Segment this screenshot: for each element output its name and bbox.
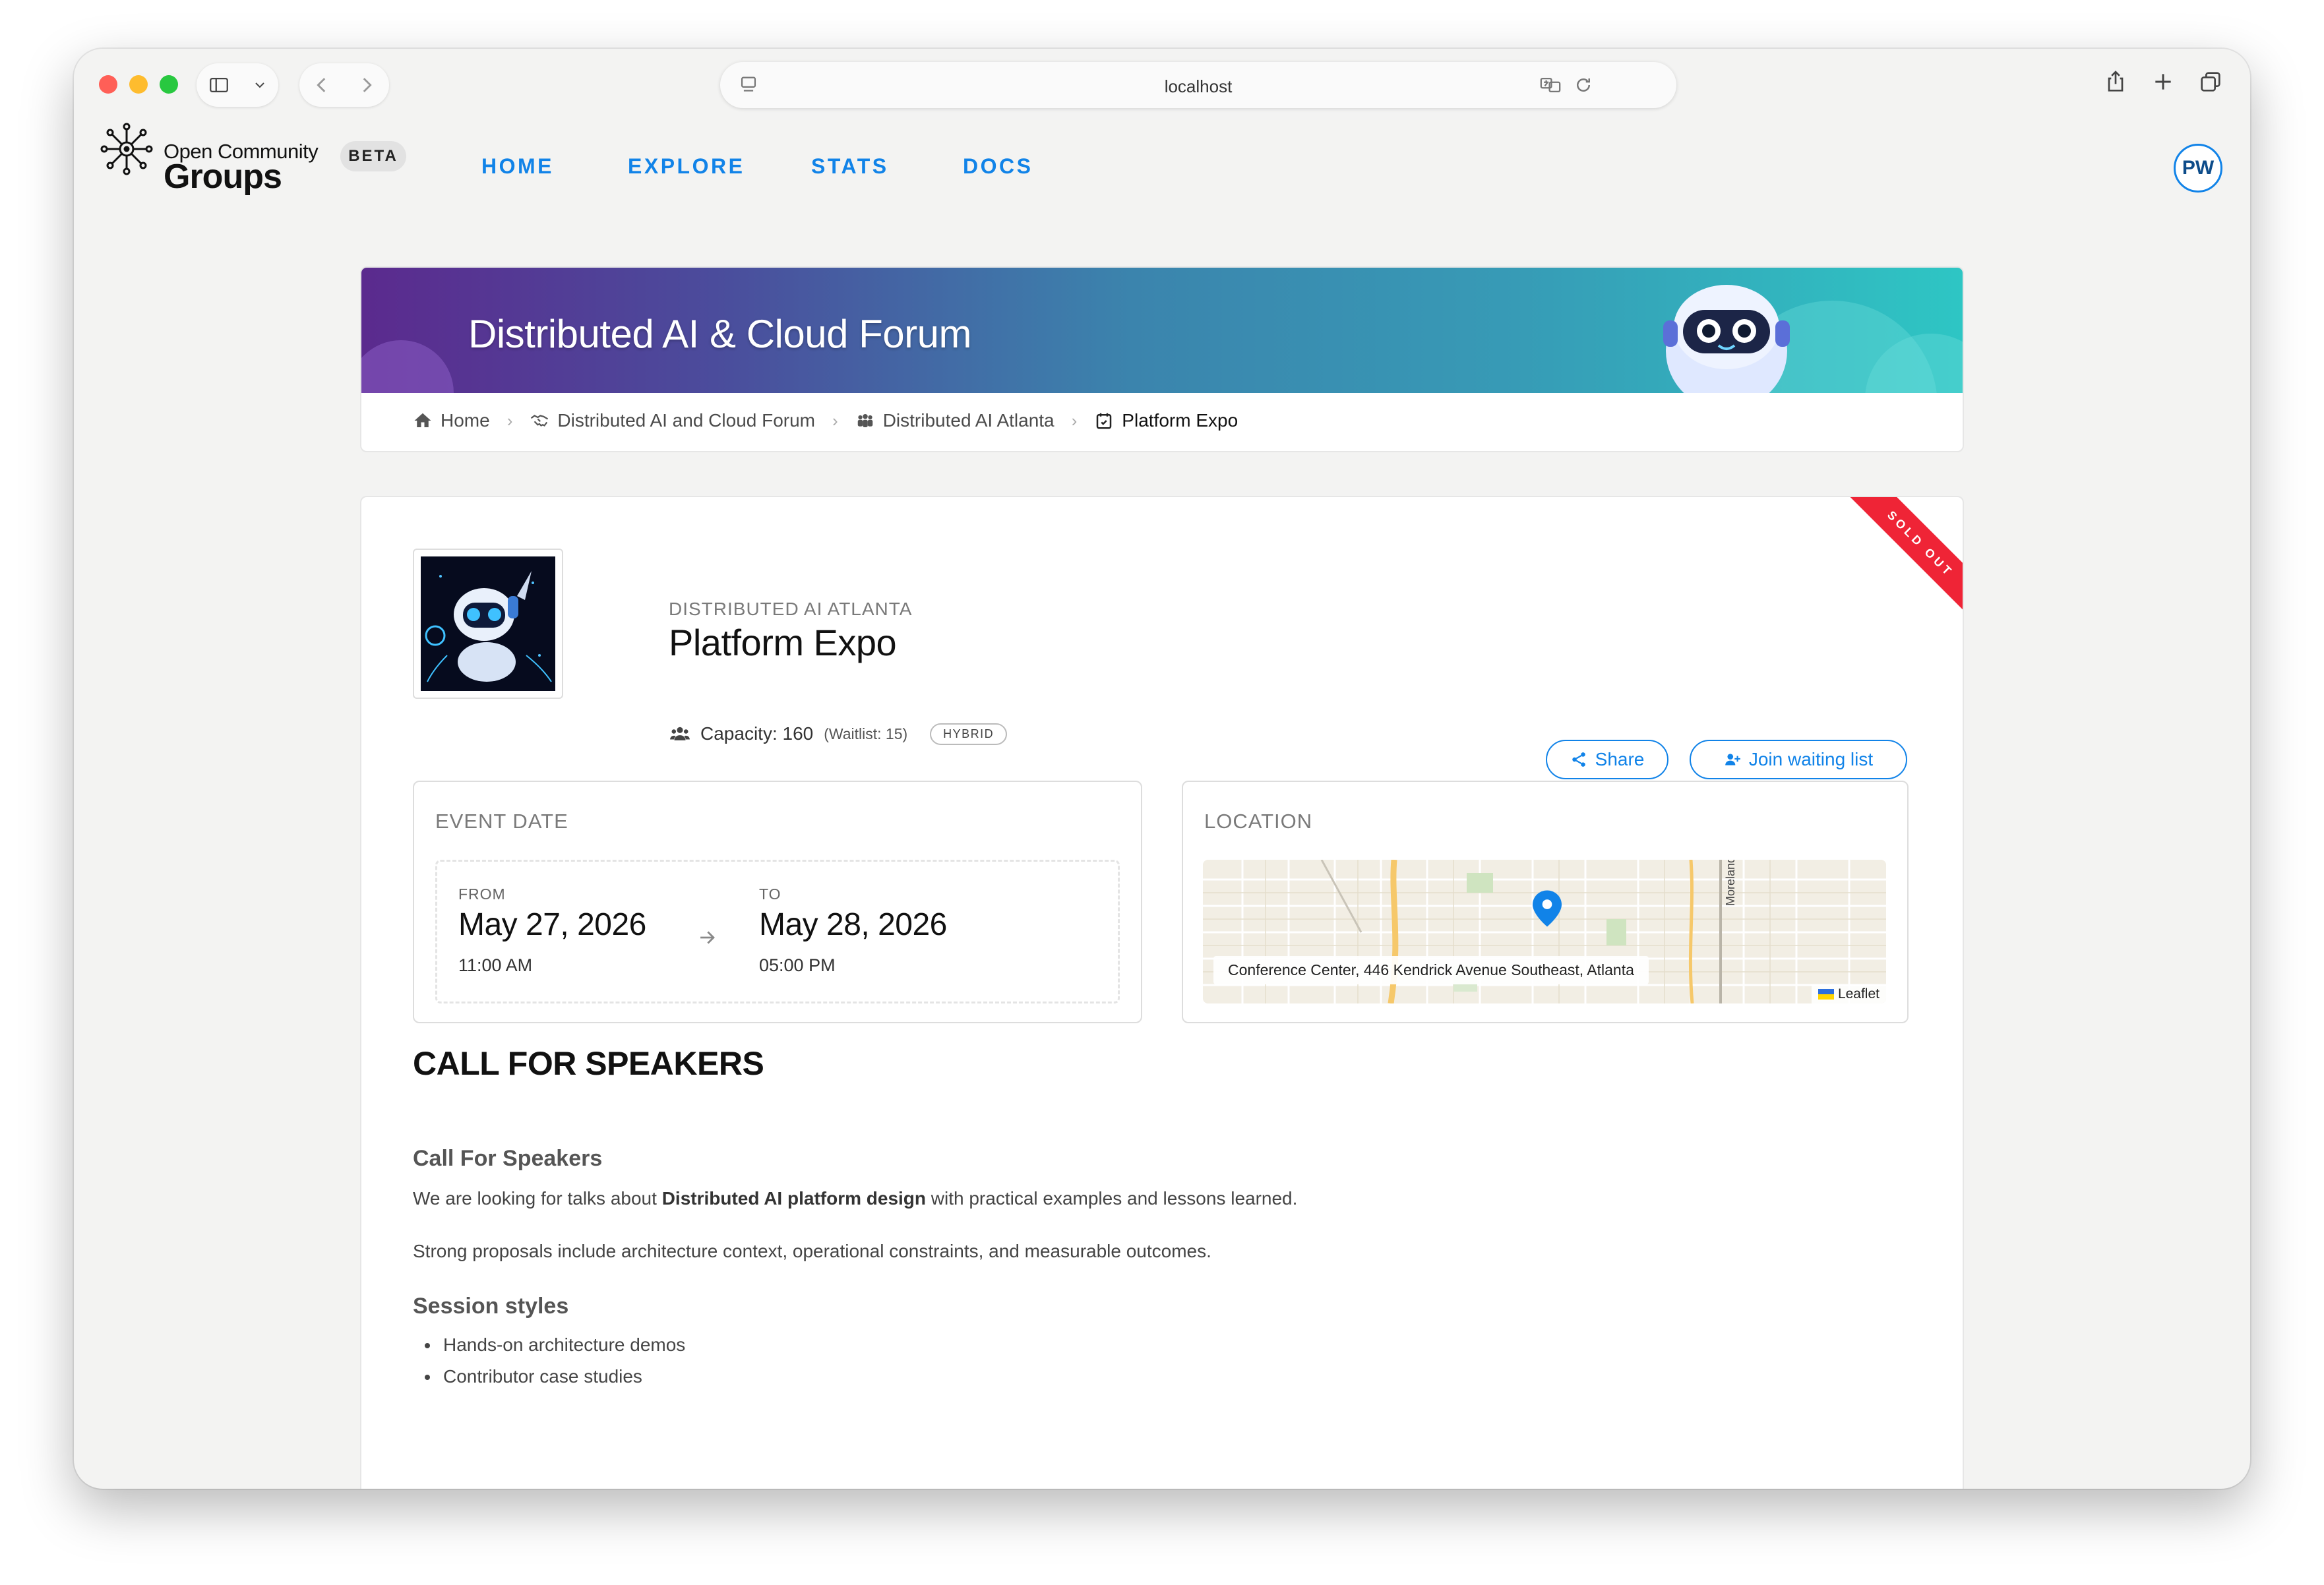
join-waiting-list-label: Join waiting list xyxy=(1748,749,1874,769)
nav-explore-link[interactable]: EXPLORE xyxy=(628,154,745,179)
from-label: FROM xyxy=(458,885,506,903)
users-icon xyxy=(670,727,690,740)
paragraph-1-end: with practical examples and lessons lear… xyxy=(926,1188,1298,1209)
description-subtitle-1: Call For Speakers xyxy=(413,1146,603,1171)
open-community-groups-logo[interactable] xyxy=(99,121,154,177)
waitlist-text: (Waitlist: 15) xyxy=(824,725,908,742)
list-item: Hands-on architecture demos xyxy=(413,1329,685,1361)
new-tab-icon[interactable] xyxy=(2150,69,2176,95)
sold-out-label: SOLD OUT xyxy=(1839,497,1963,626)
handshake-icon xyxy=(531,415,549,427)
breadcrumb-separator: › xyxy=(1071,410,1078,431)
calendar-check-icon xyxy=(1097,413,1112,429)
to-time: 05:00 PM xyxy=(759,955,836,975)
chevron-down-icon xyxy=(255,82,264,88)
community-title: Distributed AI & Cloud Forum xyxy=(468,312,971,356)
event-date-range: FROM May 27, 2026 11:00 AM TO May 28, 20… xyxy=(435,860,1120,1003)
forward-icon[interactable] xyxy=(355,74,378,96)
street-label: Moreland Avenue xyxy=(1724,860,1737,906)
breadcrumb-current-event: Platform Expo xyxy=(1094,410,1238,431)
community-banner: Distributed AI & Cloud Forum xyxy=(361,268,1963,393)
ukraine-flag-icon xyxy=(1818,989,1834,1000)
list-item: Contributor case studies xyxy=(413,1361,685,1392)
location-map[interactable]: Moreland Avenue Conference Center, 446 K… xyxy=(1203,860,1886,1003)
from-date: May 27, 2026 xyxy=(458,907,646,942)
location-card: LOCATION Moreland Avenue Conference Cent… xyxy=(1182,781,1909,1023)
breadcrumb-home-label: Home xyxy=(441,410,490,431)
user-avatar[interactable]: PW xyxy=(2174,144,2222,193)
description-subtitle-2: Session styles xyxy=(413,1294,569,1319)
map-attribution[interactable]: Leaflet xyxy=(1811,985,1886,1003)
join-waiting-list-button[interactable]: Join waiting list xyxy=(1690,740,1907,779)
event-kind-badge: HYBRID xyxy=(930,723,1008,745)
breadcrumb-group[interactable]: Distributed AI Atlanta xyxy=(855,410,1055,431)
nav-stats-link[interactable]: STATS xyxy=(811,154,889,179)
event-date-card: EVENT DATE FROM May 27, 2026 11:00 AM TO… xyxy=(413,781,1142,1023)
sidebar-icon xyxy=(209,77,228,93)
leaflet-attribution-label: Leaflet xyxy=(1837,986,1880,1002)
share-button[interactable]: Share xyxy=(1546,740,1668,779)
from-time: 11:00 AM xyxy=(458,955,533,975)
tab-overview-icon[interactable] xyxy=(2197,69,2224,95)
breadcrumb-community[interactable]: Distributed AI and Cloud Forum xyxy=(530,410,815,431)
breadcrumb: Home › Distributed AI and Cloud Forum › … xyxy=(413,407,1238,434)
reload-icon[interactable] xyxy=(1574,74,1593,96)
paragraph-1-emphasis: Distributed AI platform design xyxy=(661,1188,926,1209)
breadcrumb-home[interactable]: Home xyxy=(413,410,490,431)
zoom-window-button[interactable] xyxy=(160,75,178,94)
to-date: May 28, 2026 xyxy=(759,907,947,942)
robot-illustration xyxy=(421,556,555,691)
beta-badge: BETA xyxy=(340,141,406,171)
capacity-text: Capacity: 160 xyxy=(700,723,814,744)
browser-window: localhost Open Community Groups BETA HOM… xyxy=(74,49,2250,1489)
event-card: SOLD OUT DISTRIBUTED AI ATLANTA Platform… xyxy=(360,496,1964,1489)
map-pin-icon[interactable] xyxy=(1533,890,1562,927)
event-date-heading: EVENT DATE xyxy=(435,810,568,833)
event-meta: Capacity: 160 (Waitlist: 15) HYBRID xyxy=(669,723,1008,745)
share-nodes-icon xyxy=(1572,752,1585,767)
community-header: Distributed AI & Cloud Forum Home › Dist… xyxy=(360,266,1964,452)
back-icon[interactable] xyxy=(311,74,333,96)
nav-home-link[interactable]: HOME xyxy=(481,154,554,179)
description-paragraph-2: Strong proposals include architecture co… xyxy=(413,1241,1211,1261)
session-styles-list: Hands-on architecture demos Contributor … xyxy=(413,1329,685,1392)
browser-toolbar: localhost xyxy=(74,49,2250,119)
to-label: TO xyxy=(759,885,781,903)
breadcrumb-separator: › xyxy=(832,410,838,431)
minimize-window-button[interactable] xyxy=(129,75,148,94)
description-paragraph-1: We are looking for talks about Distribut… xyxy=(413,1188,1297,1209)
url-text: localhost xyxy=(1164,76,1233,96)
home-icon xyxy=(414,413,431,427)
close-window-button[interactable] xyxy=(99,75,117,94)
breadcrumb-community-label: Distributed AI and Cloud Forum xyxy=(557,410,816,431)
people-group-icon xyxy=(857,414,872,427)
sold-out-ribbon: SOLD OUT xyxy=(1831,497,1963,629)
breadcrumb-group-label: Distributed AI Atlanta xyxy=(882,410,1055,431)
translate-icon[interactable] xyxy=(1538,74,1563,96)
event-title: Platform Expo xyxy=(669,622,897,663)
location-heading: LOCATION xyxy=(1204,810,1313,833)
sidebar-toggle-button[interactable] xyxy=(197,63,278,107)
address-bar[interactable]: localhost xyxy=(720,62,1676,108)
event-image xyxy=(413,549,563,699)
location-address: Conference Center, 446 Kendrick Avenue S… xyxy=(1213,956,1649,984)
history-nav xyxy=(299,63,389,107)
mascot-illustration xyxy=(1663,285,1790,393)
paragraph-1-start: We are looking for talks about xyxy=(413,1188,662,1209)
nav-docs-link[interactable]: DOCS xyxy=(963,154,1033,179)
brand-name-large: Groups xyxy=(164,158,282,196)
share-button-label: Share xyxy=(1595,749,1645,769)
breadcrumb-event-label: Platform Expo xyxy=(1122,410,1238,431)
share-icon[interactable] xyxy=(2102,69,2129,95)
event-group-name[interactable]: DISTRIBUTED AI ATLANTA xyxy=(669,599,912,620)
arrow-right-icon xyxy=(700,931,715,944)
breadcrumb-separator: › xyxy=(506,410,513,431)
user-plus-icon xyxy=(1725,754,1740,765)
call-for-speakers-heading: CALL FOR SPEAKERS xyxy=(413,1045,764,1082)
